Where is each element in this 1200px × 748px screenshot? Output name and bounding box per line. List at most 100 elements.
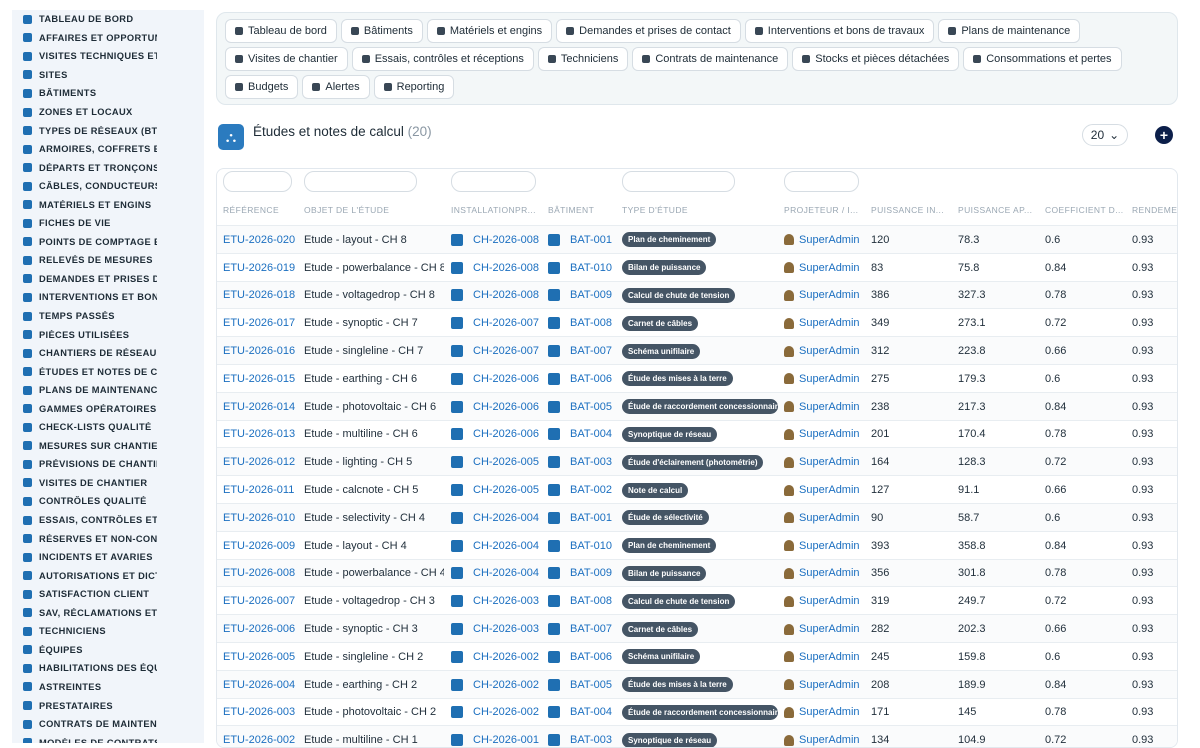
projeteur-cell[interactable]: SuperAdmin: [784, 226, 860, 254]
projeteur-link[interactable]: SuperAdmin: [799, 456, 860, 468]
column-header[interactable]: TYPE D'ÉTUDE: [622, 205, 688, 215]
installation-cell[interactable]: CH-2026-008: [451, 226, 539, 254]
installation-link[interactable]: CH-2026-006: [473, 401, 539, 413]
sidebar-item[interactable]: CÂBLES, CONDUCTEURS: [12, 177, 204, 196]
sidebar-item[interactable]: CONTRÔLES QUALITÉ: [12, 492, 204, 511]
installation-link[interactable]: CH-2026-008: [473, 234, 539, 246]
projeteur-cell[interactable]: SuperAdmin: [784, 282, 860, 310]
sidebar-item[interactable]: PLANS DE MAINTENANCE: [12, 381, 204, 400]
reference-link[interactable]: ETU-2026-009: [223, 532, 295, 560]
sidebar-item[interactable]: POINTS DE COMPTAGE ET: [12, 233, 204, 252]
reference-link[interactable]: ETU-2026-004: [223, 671, 295, 699]
table-row[interactable]: ETU-2026-004 Etude - earthing - CH 2 CH-20…: [217, 669, 1177, 699]
building-link[interactable]: BAT-004: [570, 706, 612, 718]
reference-link[interactable]: ETU-2026-005: [223, 643, 295, 671]
installation-link[interactable]: CH-2026-002: [473, 706, 539, 718]
building-link[interactable]: BAT-006: [570, 373, 612, 385]
projeteur-cell[interactable]: SuperAdmin: [784, 337, 860, 365]
installation-cell[interactable]: CH-2026-007: [451, 309, 539, 337]
nav-pill[interactable]: Interventions et bons de travaux: [744, 19, 935, 43]
projeteur-cell[interactable]: SuperAdmin: [784, 532, 860, 560]
nav-pill[interactable]: Demandes et prises de contact: [556, 19, 741, 43]
sidebar-item[interactable]: SAV, RÉCLAMATIONS ET: [12, 604, 204, 623]
reference-link[interactable]: ETU-2026-011: [223, 476, 294, 504]
sidebar-item[interactable]: SITES: [12, 66, 204, 85]
projeteur-cell[interactable]: SuperAdmin: [784, 421, 860, 449]
installation-cell[interactable]: CH-2026-004: [451, 532, 539, 560]
installation-cell[interactable]: CH-2026-006: [451, 421, 539, 449]
building-cell[interactable]: BAT-010: [548, 532, 612, 560]
installation-link[interactable]: CH-2026-006: [473, 428, 539, 440]
table-row[interactable]: ETU-2026-014 Etude - photovoltaic - CH 6 C…: [217, 391, 1177, 421]
installation-cell[interactable]: CH-2026-004: [451, 560, 539, 588]
installation-cell[interactable]: CH-2026-003: [451, 587, 539, 615]
installation-cell[interactable]: CH-2026-004: [451, 504, 539, 532]
filter-installation-input[interactable]: [451, 171, 536, 192]
projeteur-cell[interactable]: SuperAdmin: [784, 643, 860, 671]
sidebar-item[interactable]: CONTRATS DE MAINTENANCE: [12, 715, 204, 734]
building-cell[interactable]: BAT-005: [548, 393, 612, 421]
filter-projeteur-input[interactable]: [784, 171, 859, 192]
building-link[interactable]: BAT-004: [570, 428, 612, 440]
reference-link[interactable]: ETU-2026-012: [223, 448, 295, 476]
installation-cell[interactable]: CH-2026-005: [451, 476, 539, 504]
nav-pill[interactable]: Reporting: [373, 75, 455, 99]
installation-cell[interactable]: CH-2026-003: [451, 615, 539, 643]
projeteur-link[interactable]: SuperAdmin: [799, 679, 860, 691]
installation-link[interactable]: CH-2026-002: [473, 651, 539, 663]
building-link[interactable]: BAT-003: [570, 456, 612, 468]
nav-pill[interactable]: Visites de chantier: [225, 47, 348, 71]
projeteur-cell[interactable]: SuperAdmin: [784, 448, 860, 476]
sidebar-item[interactable]: INTERVENTIONS ET BONS: [12, 288, 204, 307]
reference-link[interactable]: ETU-2026-002: [223, 726, 295, 747]
sidebar-item[interactable]: RELEVÉS DE MESURES: [12, 251, 204, 270]
column-header[interactable]: PROJETEUR / I...: [784, 205, 858, 215]
sidebar-item[interactable]: ARMOIRES, COFFRETS ET: [12, 140, 204, 159]
projeteur-link[interactable]: SuperAdmin: [799, 289, 860, 301]
building-link[interactable]: BAT-007: [570, 345, 612, 357]
reference-link[interactable]: ETU-2026-013: [223, 421, 295, 449]
column-header[interactable]: COEFFICIENT D...: [1045, 205, 1124, 215]
nav-pill[interactable]: Tableau de bord: [225, 19, 337, 43]
sidebar-item[interactable]: VISITES DE CHANTIER: [12, 474, 204, 493]
installation-cell[interactable]: CH-2026-008: [451, 282, 539, 310]
installation-link[interactable]: CH-2026-003: [473, 595, 539, 607]
building-cell[interactable]: BAT-001: [548, 226, 612, 254]
sidebar-item[interactable]: ASTREINTES: [12, 678, 204, 697]
installation-cell[interactable]: CH-2026-006: [451, 393, 539, 421]
installation-cell[interactable]: CH-2026-008: [451, 254, 539, 282]
sidebar-item[interactable]: ÉTUDES ET NOTES DE CALCUL: [12, 362, 204, 381]
sidebar-item[interactable]: MATÉRIELS ET ENGINS: [12, 195, 204, 214]
building-cell[interactable]: BAT-010: [548, 254, 612, 282]
installation-link[interactable]: CH-2026-004: [473, 540, 539, 552]
column-header[interactable]: OBJET DE L'ÉTUDE: [304, 205, 389, 215]
projeteur-link[interactable]: SuperAdmin: [799, 540, 860, 552]
projeteur-cell[interactable]: SuperAdmin: [784, 504, 860, 532]
column-header[interactable]: PUISSANCE AP...: [958, 205, 1032, 215]
reference-link[interactable]: ETU-2026-019: [223, 254, 295, 282]
sidebar-item[interactable]: DÉPARTS ET TRONÇONS: [12, 158, 204, 177]
projeteur-link[interactable]: SuperAdmin: [799, 317, 860, 329]
projeteur-link[interactable]: SuperAdmin: [799, 512, 860, 524]
sidebar-item[interactable]: AUTORISATIONS ET DICT: [12, 566, 204, 585]
building-link[interactable]: BAT-006: [570, 651, 612, 663]
table-row[interactable]: ETU-2026-010 Etude - selectivity - CH 4 CH…: [217, 503, 1177, 531]
reference-link[interactable]: ETU-2026-008: [223, 560, 295, 588]
installation-link[interactable]: CH-2026-007: [473, 317, 539, 329]
building-link[interactable]: BAT-007: [570, 623, 612, 635]
projeteur-link[interactable]: SuperAdmin: [799, 567, 860, 579]
nav-pill[interactable]: Alertes: [302, 75, 370, 99]
per-page-select[interactable]: 20 ⌄: [1082, 124, 1128, 146]
projeteur-link[interactable]: SuperAdmin: [799, 262, 860, 274]
table-row[interactable]: ETU-2026-011 Etude - calcnote - CH 5 CH-20…: [217, 475, 1177, 503]
installation-cell[interactable]: CH-2026-001: [451, 726, 539, 747]
reference-link[interactable]: ETU-2026-018: [223, 282, 295, 310]
nav-pill[interactable]: Matériels et engins: [426, 19, 553, 43]
sidebar-item[interactable]: RÉSERVES ET NON-CONFORMITÉS: [12, 529, 204, 548]
projeteur-cell[interactable]: SuperAdmin: [784, 393, 860, 421]
nav-pill[interactable]: Essais, contrôles et réceptions: [351, 47, 534, 71]
projeteur-link[interactable]: SuperAdmin: [799, 401, 860, 413]
nav-pill[interactable]: Techniciens: [537, 47, 629, 71]
building-cell[interactable]: BAT-008: [548, 587, 612, 615]
sidebar-item[interactable]: VISITES TECHNIQUES ET: [12, 47, 204, 66]
